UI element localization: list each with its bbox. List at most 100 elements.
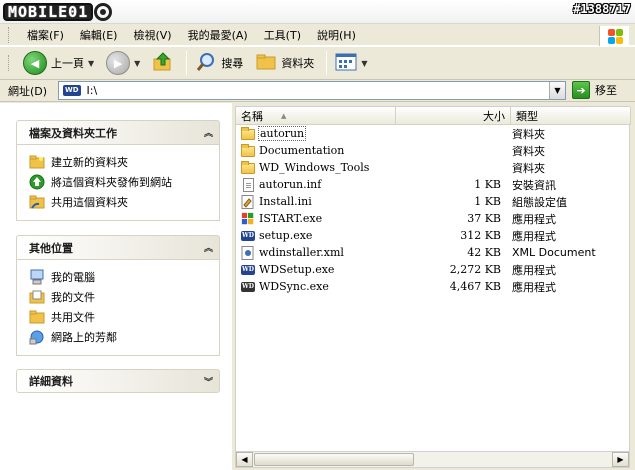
menu-favorites[interactable]: 我的最愛(A) [180,25,256,45]
task-publish-web[interactable]: 將這個資料夾發佈到網站 [29,172,219,192]
file-size: 42 KB [467,246,501,259]
drive-icon: WD [63,85,81,96]
file-row[interactable]: WD setup.exe 312 KB 應用程式 [236,227,631,244]
folders-button[interactable]: 資料夾 [251,49,318,77]
standard-toolbar: ◀ 上一頁 ▼ ▶ ▼ 搜尋 資料夾 ▼ [0,46,635,80]
place-label: 我的文件 [51,291,95,304]
ini-file-icon [241,194,255,209]
file-list-view[interactable]: 名稱 ▲ 大小 類型 autorun 資料夾 Documentation 資料夾… [235,106,631,452]
up-folder-button[interactable] [148,49,178,77]
scroll-thumb[interactable] [254,453,414,466]
collapse-chevron-icon[interactable]: ︽ [204,241,213,254]
task-label: 建立新的資料夾 [51,156,128,169]
new-folder-icon [29,154,45,170]
column-header-name[interactable]: 名稱 ▲ [236,107,396,125]
toolbar-separator [186,51,188,75]
task-share-folder[interactable]: 共用這個資料夾 [29,192,219,212]
folders-icon [255,52,277,75]
group-title: 詳細資料 [29,375,73,388]
menu-bar: 檔案(F) 編輯(E) 檢視(V) 我的最愛(A) 工具(T) 說明(H) [0,24,635,46]
back-arrow-icon: ◀ [23,51,47,75]
file-row[interactable]: wdinstaller.xml 42 KB XML Document [236,244,631,261]
file-folder-tasks-body: 建立新的資料夾 將這個資料夾發佈到網站 共用這個資料夾 [16,144,220,221]
file-name: WDSync.exe [259,280,329,293]
task-new-folder[interactable]: 建立新的資料夾 [29,152,219,172]
toolbar-separator [326,51,328,75]
file-name: Install.ini [259,195,312,208]
search-button[interactable]: 搜尋 [191,49,247,77]
details-header[interactable]: 詳細資料 ︾ [16,369,220,393]
file-folder-tasks-header[interactable]: 檔案及資料夾工作 ︽ [16,120,220,144]
file-folder-tasks-group: 檔案及資料夾工作 ︽ 建立新的資料夾 將這個資料夾發佈到網站 共用這個資料夾 [16,120,220,221]
place-my-computer[interactable]: 我的電腦 [29,267,219,287]
menu-help[interactable]: 說明(H) [309,25,364,45]
logo-text: MOBILE01 [3,3,94,21]
column-header-type[interactable]: 類型 [511,107,631,125]
place-my-documents[interactable]: 我的文件 [29,287,219,307]
file-type: 資料夾 [512,127,545,141]
address-value: I:\ [86,84,98,97]
wd-sync-icon: WD [241,281,255,292]
folder-icon [241,127,255,141]
file-row[interactable]: WD WDSetup.exe 2,272 KB 應用程式 [236,261,631,278]
go-button[interactable]: ➔ 移至 [572,81,617,99]
file-name: autorun.inf [259,178,322,191]
file-row[interactable]: WD WDSync.exe 4,467 KB 應用程式 [236,278,631,295]
file-row[interactable]: ISTART.exe 37 KB 應用程式 [236,210,631,227]
task-label: 共用這個資料夾 [51,196,128,209]
expand-chevron-icon[interactable]: ︾ [204,375,213,388]
file-type: 安裝資訊 [512,178,556,192]
file-row[interactable]: WD_Windows_Tools 資料夾 [236,159,631,176]
collapse-chevron-icon[interactable]: ︽ [204,126,213,139]
file-row[interactable]: autorun 資料夾 [236,125,631,142]
back-button[interactable]: ◀ 上一頁 ▼ [19,49,98,77]
xml-file-icon [241,245,255,260]
file-name: autorun [257,126,307,141]
task-pane: 檔案及資料夾工作 ︽ 建立新的資料夾 將這個資料夾發佈到網站 共用這個資料夾 其… [0,103,232,470]
shared-documents-icon [29,309,45,325]
place-label: 網路上的芳鄰 [51,331,117,344]
column-header-size[interactable]: 大小 [396,107,511,125]
my-documents-icon [29,289,45,305]
task-label: 將這個資料夾發佈到網站 [51,176,172,189]
address-input[interactable]: WD I:\ ▼ [58,81,566,100]
network-places-icon [29,329,45,345]
column-label: 大小 [483,110,505,123]
go-arrow-icon: ➔ [572,81,590,99]
menu-edit[interactable]: 編輯(E) [72,25,126,45]
inf-file-icon [241,177,255,192]
scroll-right-arrow-icon[interactable]: ▶ [612,452,629,467]
place-shared-documents[interactable]: 共用文件 [29,307,219,327]
menu-view[interactable]: 檢視(V) [125,25,179,45]
file-size: 312 KB [460,229,501,242]
file-size: 1 KB [474,195,501,208]
group-title: 其他位置 [29,241,73,255]
forward-dropdown-icon[interactable]: ▼ [134,59,140,68]
file-row[interactable]: Documentation 資料夾 [236,142,631,159]
horizontal-scrollbar[interactable]: ◀ ▶ [235,451,630,468]
address-dropdown-icon[interactable]: ▼ [549,82,565,99]
scroll-left-arrow-icon[interactable]: ◀ [236,452,253,467]
file-row[interactable]: autorun.inf 1 KB 安裝資訊 [236,176,631,193]
back-dropdown-icon[interactable]: ▼ [88,59,94,68]
file-type: 資料夾 [512,161,545,175]
folders-label: 資料夾 [281,57,315,70]
forward-button[interactable]: ▶ ▼ [102,49,144,77]
file-size: 2,272 KB [449,263,501,276]
views-button[interactable]: ▼ [331,49,371,77]
file-type: XML Document [512,246,596,259]
title-area: MOBILE01 #1388717 [0,0,635,24]
watermark-id: #1388717 [573,2,631,16]
file-row[interactable]: Install.ini 1 KB 組態設定值 [236,193,631,210]
up-folder-icon [152,51,174,76]
share-folder-icon [29,194,45,210]
windows-logo-icon [599,26,629,46]
views-dropdown-icon[interactable]: ▼ [361,59,367,68]
menu-tools[interactable]: 工具(T) [256,25,309,45]
place-network[interactable]: 網路上的芳鄰 [29,327,219,347]
menu-file[interactable]: 檔案(F) [19,25,72,45]
other-places-header[interactable]: 其他位置 ︽ [16,235,220,259]
file-type: 資料夾 [512,144,545,158]
details-group: 詳細資料 ︾ [16,369,220,393]
wd-app-icon: WD [241,264,255,275]
